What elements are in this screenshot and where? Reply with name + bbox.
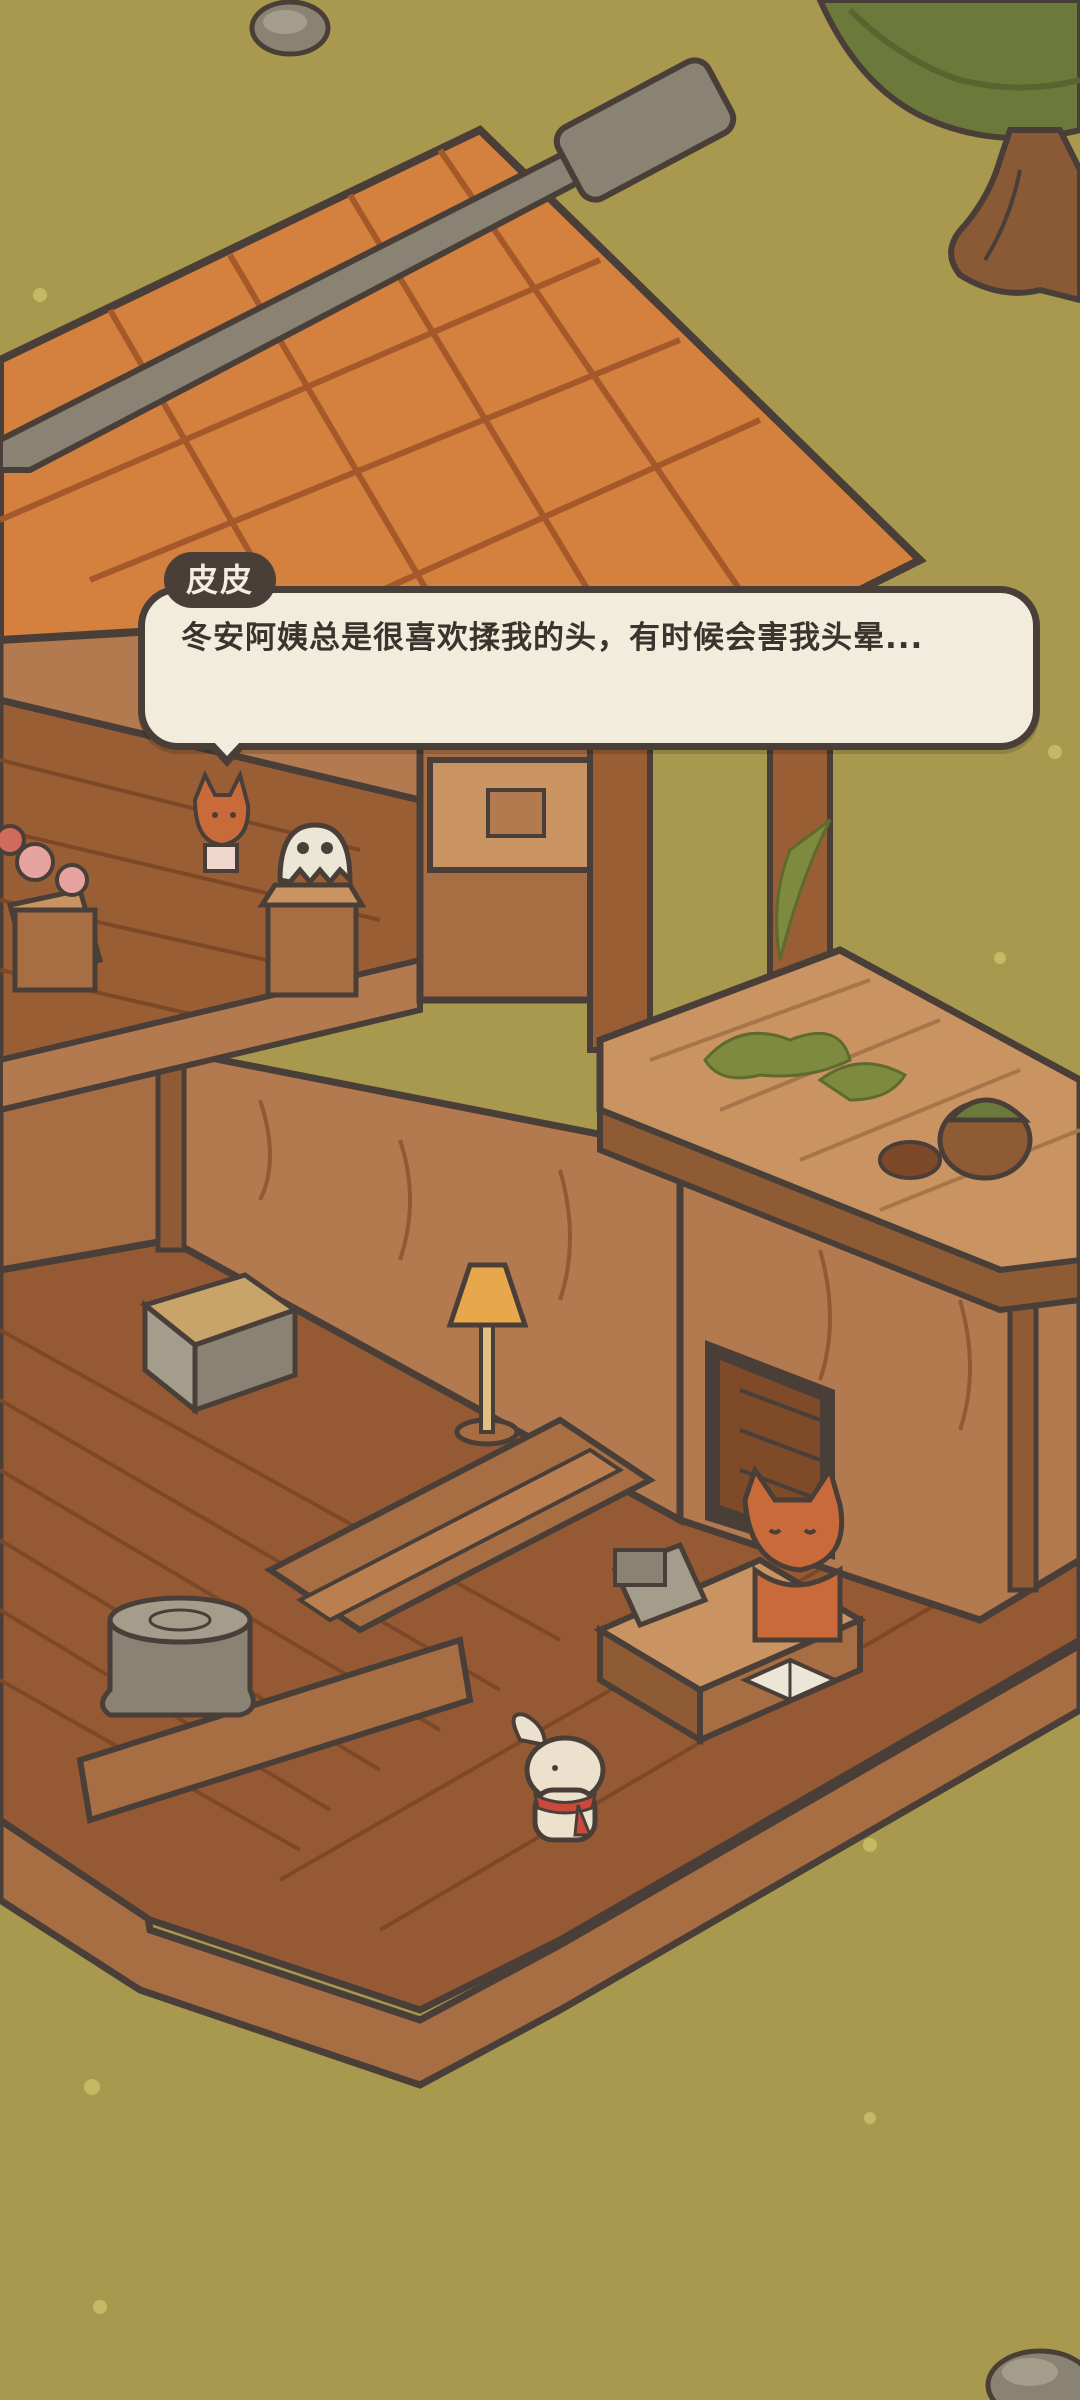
dialogue-bubble[interactable]: 冬安阿姨总是很喜欢揉我的头，有时候会害我头晕... <box>138 586 1040 767</box>
dialogue-text: 冬安阿姨总是很喜欢揉我的头，有时候会害我头晕... <box>181 620 924 656</box>
rock <box>249 0 331 57</box>
game-scene[interactable]: 冬安阿姨总是很喜欢揉我的头，有时候会害我头晕... 皮皮 <box>0 0 1080 2400</box>
speaker-name-tag: 皮皮 <box>164 552 277 608</box>
tree-stump[interactable] <box>100 1595 256 1718</box>
tree <box>816 0 1080 304</box>
rock <box>985 2348 1080 2400</box>
roof <box>0 57 927 645</box>
scene-illustration[interactable] <box>0 0 1080 2400</box>
